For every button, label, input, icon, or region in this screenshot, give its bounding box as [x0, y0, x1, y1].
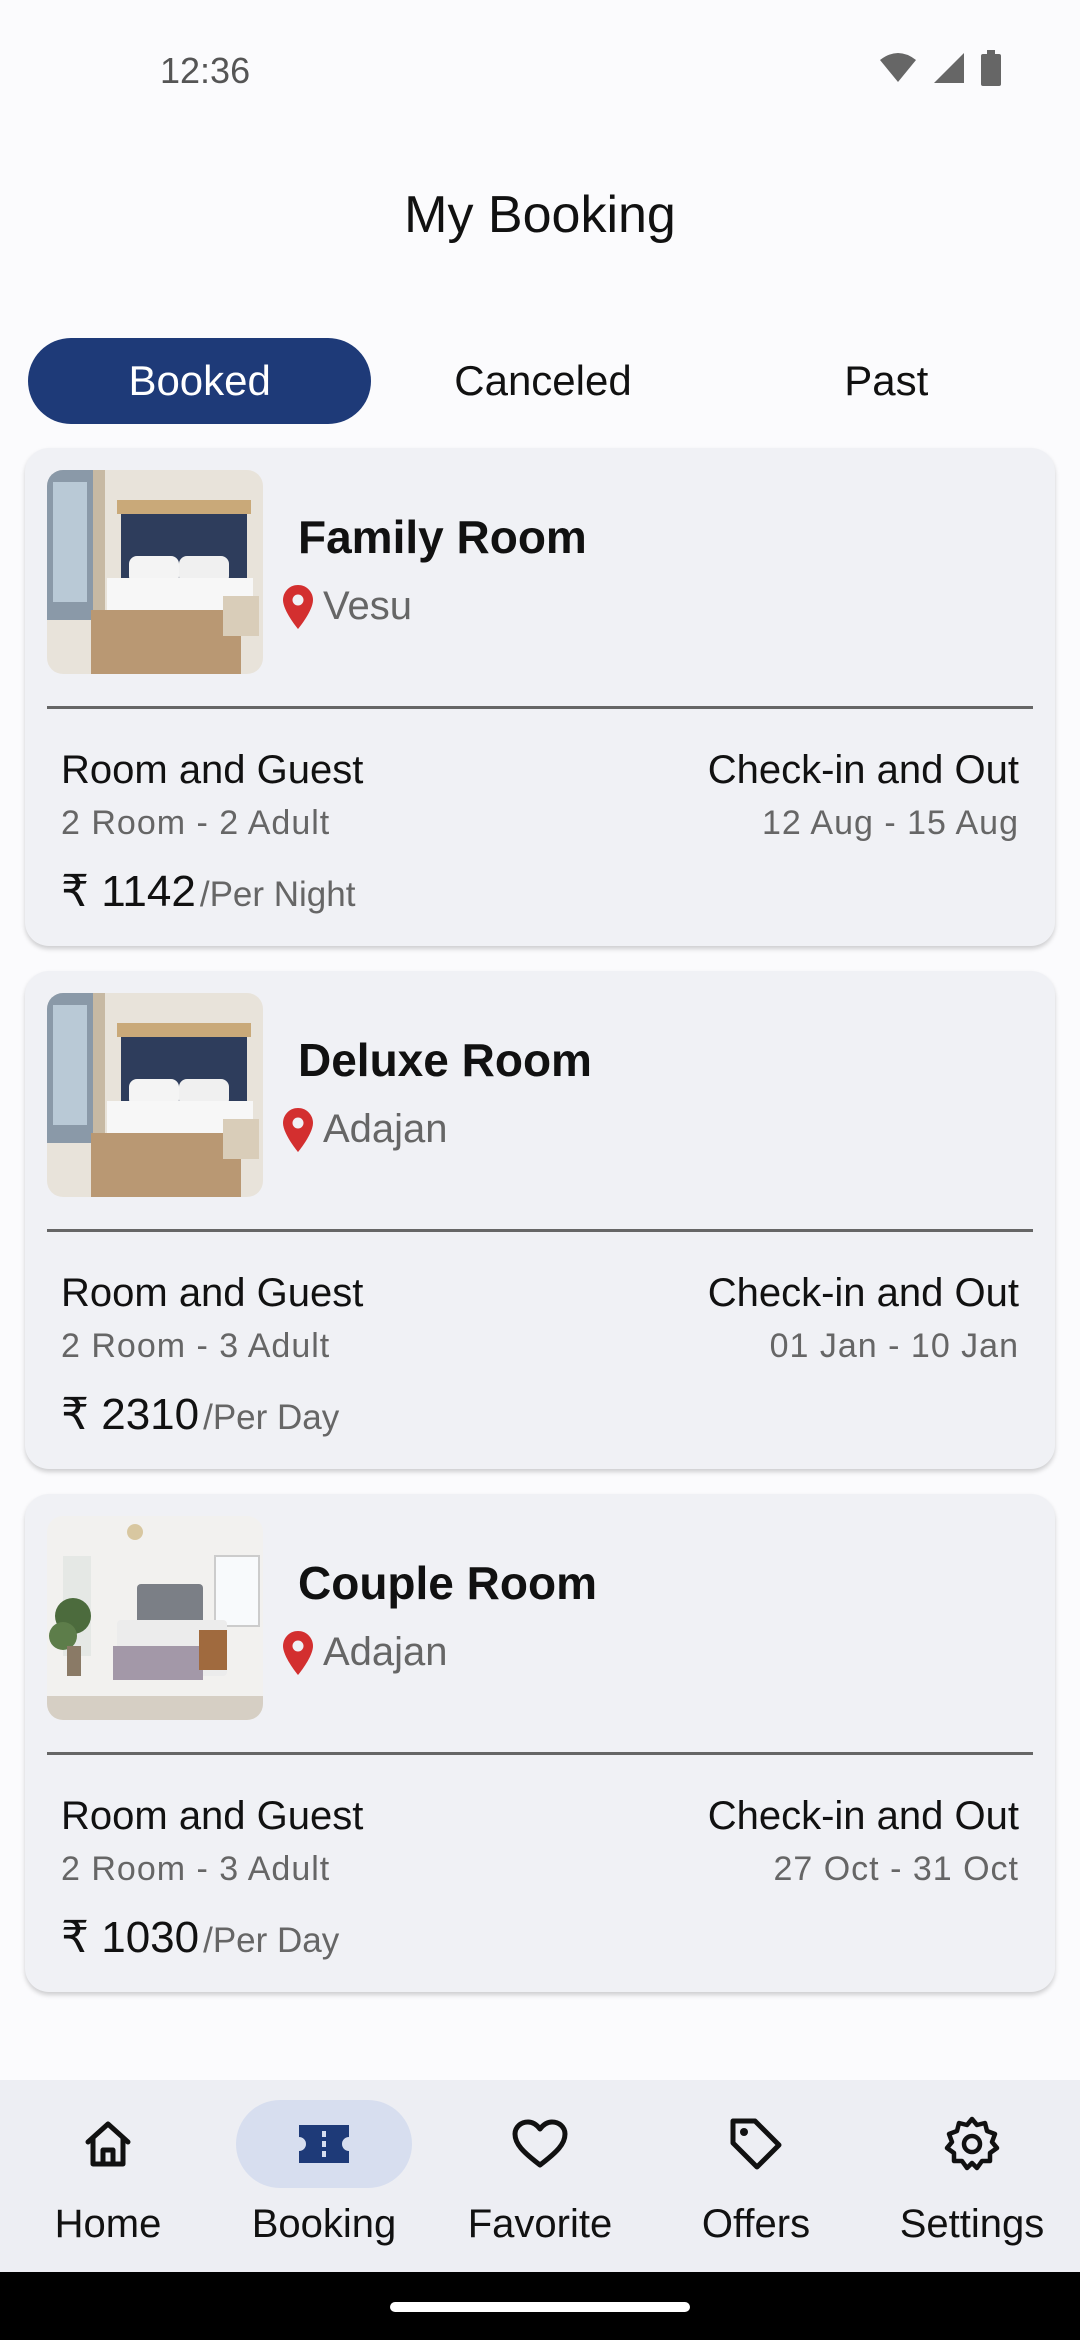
ticket-icon	[299, 2125, 349, 2163]
check-in-out-value: 27 Oct - 31 Oct	[773, 1850, 1019, 1888]
home-gesture-handle[interactable]	[390, 2302, 690, 2312]
nav-active-pill	[236, 2100, 412, 2188]
nav-home[interactable]: Home	[0, 2080, 216, 2272]
home-icon	[85, 2121, 131, 2167]
nav-booking[interactable]: Booking	[216, 2080, 432, 2272]
nav-favorite-label: Favorite	[467, 2202, 613, 2246]
price-unit: /Per Day	[203, 1921, 340, 1960]
booking-card[interactable]: Deluxe Room Adajan Room and Guest 2 Room…	[25, 971, 1055, 1469]
bottom-nav: Home Booking Favorite Offers Settings	[0, 2080, 1080, 2272]
room-guest-label: Room and Guest	[61, 748, 364, 792]
room-location: Adajan	[283, 1107, 448, 1152]
check-in-out-value: 12 Aug - 15 Aug	[762, 804, 1019, 842]
nav-booking-label: Booking	[251, 2202, 397, 2246]
battery-icon	[981, 50, 1001, 86]
check-in-out-label: Check-in and Out	[707, 748, 1019, 792]
room-location: Adajan	[283, 1630, 448, 1675]
location-text: Vesu	[323, 584, 412, 628]
nav-home-label: Home	[54, 2202, 162, 2246]
nav-settings-label: Settings	[899, 2202, 1045, 2246]
room-guest-value: 2 Room - 2 Adult	[61, 804, 331, 842]
room-name: Deluxe Room	[298, 1034, 592, 1086]
price: ₹ 2310 /Per Day	[61, 1389, 339, 1440]
location-pin-icon	[283, 1107, 313, 1152]
heart-icon	[512, 2119, 568, 2168]
room-guest-value: 2 Room - 3 Adult	[61, 1327, 331, 1365]
location-text: Adajan	[323, 1107, 448, 1151]
card-divider	[47, 1229, 1033, 1232]
wifi-icon	[880, 53, 916, 82]
status-bar: 12:36	[0, 0, 1080, 140]
status-icons	[878, 50, 1002, 86]
room-name: Family Room	[298, 511, 587, 563]
room-guest-value: 2 Room - 3 Adult	[61, 1850, 331, 1888]
price-unit: /Per Day	[203, 1398, 340, 1437]
nav-offers-label: Offers	[701, 2202, 811, 2246]
price-amount: ₹ 1030	[61, 1913, 200, 1962]
location-pin-icon	[283, 1630, 313, 1675]
card-divider	[47, 706, 1033, 709]
price-amount: ₹ 2310	[61, 1390, 200, 1439]
location-pin-icon	[283, 584, 313, 629]
room-guest-label: Room and Guest	[61, 1271, 364, 1315]
check-in-out-label: Check-in and Out	[707, 1794, 1019, 1838]
room-guest-label: Room and Guest	[61, 1794, 364, 1838]
nav-settings[interactable]: Settings	[864, 2080, 1080, 2272]
price-unit: /Per Night	[199, 875, 356, 914]
gear-icon	[944, 2116, 1000, 2171]
tab-booked[interactable]: Booked	[28, 338, 372, 424]
check-in-out-label: Check-in and Out	[707, 1271, 1019, 1315]
room-thumbnail	[47, 993, 263, 1197]
nav-favorite[interactable]: Favorite	[432, 2080, 648, 2272]
room-location: Vesu	[283, 584, 412, 629]
room-name: Couple Room	[298, 1557, 597, 1609]
tab-past[interactable]: Past	[715, 338, 1058, 424]
room-thumbnail	[47, 1516, 263, 1720]
booking-list: Family Room Vesu Room and Guest 2 Room -…	[25, 448, 1055, 2017]
page-title: My Booking	[404, 186, 676, 244]
price: ₹ 1030 /Per Day	[61, 1912, 339, 1963]
price: ₹ 1142 /Per Night	[61, 866, 355, 917]
booking-tabs: Booked Canceled Past	[28, 338, 1058, 424]
status-time: 12:36	[160, 50, 251, 91]
check-in-out-value: 01 Jan - 10 Jan	[769, 1327, 1019, 1365]
nav-offers[interactable]: Offers	[648, 2080, 864, 2272]
room-thumbnail	[47, 470, 263, 674]
price-amount: ₹ 1142	[61, 867, 196, 916]
card-divider	[47, 1752, 1033, 1755]
location-text: Adajan	[323, 1630, 448, 1674]
signal-icon	[934, 53, 964, 83]
booking-card[interactable]: Family Room Vesu Room and Guest 2 Room -…	[25, 448, 1055, 946]
tag-icon	[730, 2118, 782, 2170]
tab-canceled[interactable]: Canceled	[371, 338, 714, 424]
booking-card[interactable]: Couple Room Adajan Room and Guest 2 Room…	[25, 1494, 1055, 1992]
gesture-bar	[0, 2272, 1080, 2340]
